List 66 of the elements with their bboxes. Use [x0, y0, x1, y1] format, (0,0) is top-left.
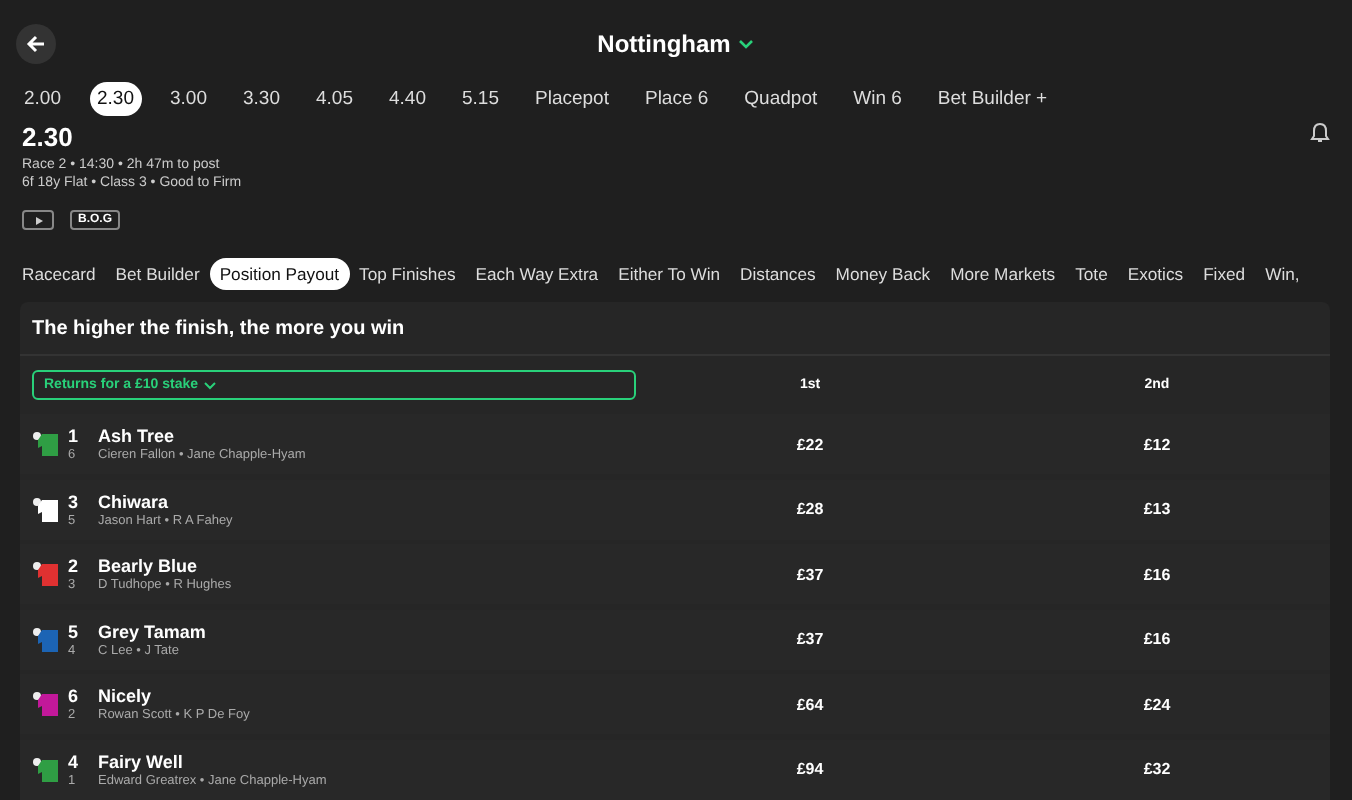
market-tab[interactable]: Fixed [1193, 258, 1256, 290]
play-icon [33, 215, 43, 225]
market-tab[interactable]: Exotics [1117, 258, 1194, 290]
panel-heading: The higher the finish, the more you win [20, 302, 1330, 356]
race-tab[interactable]: Placepot [527, 81, 617, 115]
payout-value: £22 [796, 435, 824, 453]
runner-number: 1 [68, 426, 81, 446]
payout-value: £64 [796, 695, 824, 713]
market-tab[interactable]: More Markets [940, 258, 1066, 290]
payout-value: £16 [1143, 565, 1171, 583]
race-tab[interactable]: 2.00 [16, 81, 69, 115]
jockey-silk-icon [32, 560, 60, 588]
payout-value: £37 [796, 565, 824, 583]
race-tab[interactable]: Quadpot [736, 81, 826, 115]
chevron-down-icon [204, 381, 217, 389]
race-tab[interactable]: 3.00 [162, 81, 215, 115]
race-tab[interactable]: 4.40 [381, 81, 434, 115]
bell-icon[interactable] [1310, 122, 1330, 144]
market-tab[interactable]: Racecard [12, 258, 106, 290]
race-tab[interactable]: Bet Builder + [929, 81, 1056, 115]
market-tab[interactable]: Each Way Extra [465, 258, 609, 290]
back-arrow-icon [26, 34, 46, 54]
jockey-silk-icon [32, 495, 60, 523]
race-tab[interactable]: 4.05 [308, 81, 361, 115]
jockey-silk-icon [32, 690, 60, 718]
payout-value: £37 [796, 630, 824, 648]
horse-name: Nicely [98, 686, 154, 706]
race-time: 2.30 [22, 122, 73, 152]
race-tab[interactable]: Win 6 [845, 81, 910, 115]
payout-value: £16 [1143, 630, 1171, 648]
market-tab[interactable]: Bet Builder [105, 258, 210, 290]
horse-name: Bearly Blue [98, 556, 200, 576]
market-tab[interactable]: Win, [1255, 258, 1310, 290]
market-tab[interactable]: Money Back [825, 258, 941, 290]
venue-selector[interactable]: Nottingham [597, 30, 755, 58]
chevron-down-icon [738, 38, 755, 50]
jockey-silk-icon [32, 430, 60, 458]
jockey-silk-icon [32, 755, 60, 783]
race-tab[interactable]: 2.30 [89, 81, 142, 115]
jockey-silk-icon [32, 625, 60, 653]
venue-title: Nottingham [597, 30, 731, 58]
market-tab[interactable]: Distances [730, 258, 826, 290]
market-tab[interactable]: Position Payout [209, 258, 350, 290]
payout-value: £94 [796, 760, 824, 778]
horse-name: Grey Tamam [98, 621, 208, 641]
horse-name: Ash Tree [98, 426, 177, 446]
payout-value: £12 [1143, 435, 1171, 453]
runner-number: 6 [68, 686, 81, 706]
market-tab[interactable]: Top Finishes [349, 258, 466, 290]
market-tab[interactable]: Tote [1065, 258, 1118, 290]
race-tab[interactable]: Place 6 [636, 81, 717, 115]
video-button[interactable] [22, 210, 54, 230]
runner-number: 4 [68, 751, 81, 771]
runner-number: 5 [68, 621, 81, 641]
payout-value: £24 [1143, 695, 1171, 713]
payout-value: £13 [1143, 500, 1171, 518]
payout-value: £28 [796, 500, 824, 518]
horse-name: Fairy Well [98, 751, 185, 771]
market-tab[interactable]: Either To Win [608, 258, 731, 290]
runner-number: 2 [68, 556, 81, 576]
race-tab[interactable]: 5.15 [454, 81, 507, 115]
runner-number: 3 [68, 491, 81, 511]
horse-name: Chiwara [98, 491, 171, 511]
payout-value: £32 [1143, 760, 1171, 778]
back-button[interactable] [16, 24, 56, 64]
race-tab[interactable]: 3.30 [235, 81, 288, 115]
